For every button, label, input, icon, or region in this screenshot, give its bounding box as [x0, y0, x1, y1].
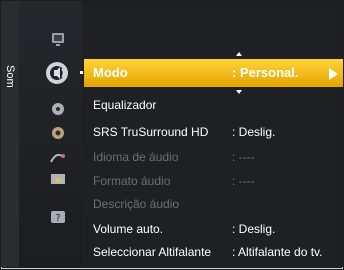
menu-item-srs-trusurround-hd[interactable]: SRS TruSurround HD : Deslig. — [93, 120, 341, 144]
selected-menu-label: Modo — [93, 65, 128, 80]
menu-item-label: SRS TruSurround HD — [93, 125, 209, 139]
menu-item-value: : Deslig. — [232, 222, 276, 236]
section-label: Som — [4, 64, 16, 88]
menu-item-label: Idioma de áudio — [93, 150, 179, 164]
menu-item-label: Seleccionar Altifalante — [93, 245, 212, 259]
sound-icon[interactable] — [45, 61, 71, 85]
menu-item-value: : Altifalante do tv. — [232, 245, 323, 259]
menu-item-seleccionar-altifalante[interactable]: Seleccionar Altifalante : Altifalante do… — [93, 240, 341, 264]
active-category-indicator — [80, 71, 83, 74]
menu-item-idioma-de-audio: Idioma de áudio : ---- — [93, 145, 341, 169]
menu-item-label: Descrição áudio — [93, 197, 180, 211]
selected-menu-value: : Personal. — [232, 65, 299, 80]
menu-item-label: Formato áudio — [93, 174, 171, 188]
channel-icon[interactable] — [48, 101, 68, 117]
menu-item-equalizador[interactable]: Equalizador — [93, 93, 341, 117]
sidebar — [1, 1, 19, 267]
scroll-up-arrow — [236, 52, 242, 56]
svg-text:?: ? — [55, 213, 60, 224]
menu-item-descricao-audio: Descrição áudio — [93, 192, 341, 216]
tv-screen: Som ? Modo: Personal. Equalizador SRS T… — [0, 0, 344, 270]
menu-item-value: : ---- — [232, 150, 255, 164]
menu-item-value: : ---- — [232, 174, 255, 188]
menu-item-formato-audio: Formato áudio : ---- — [93, 169, 341, 193]
menu-item-value: : Deslig. — [232, 125, 276, 139]
menu-item-volume-auto[interactable]: Volume auto. : Deslig. — [93, 217, 341, 241]
menu-item-label: Volume auto. — [93, 222, 164, 236]
submenu-arrow-icon — [329, 68, 338, 80]
menu-item-label: Equalizador — [93, 98, 157, 112]
picture-icon[interactable] — [48, 32, 68, 48]
support-icon[interactable]: ? — [48, 209, 68, 225]
input-icon[interactable] — [48, 150, 68, 166]
setup-icon[interactable] — [48, 125, 68, 141]
application-icon[interactable] — [48, 172, 68, 188]
